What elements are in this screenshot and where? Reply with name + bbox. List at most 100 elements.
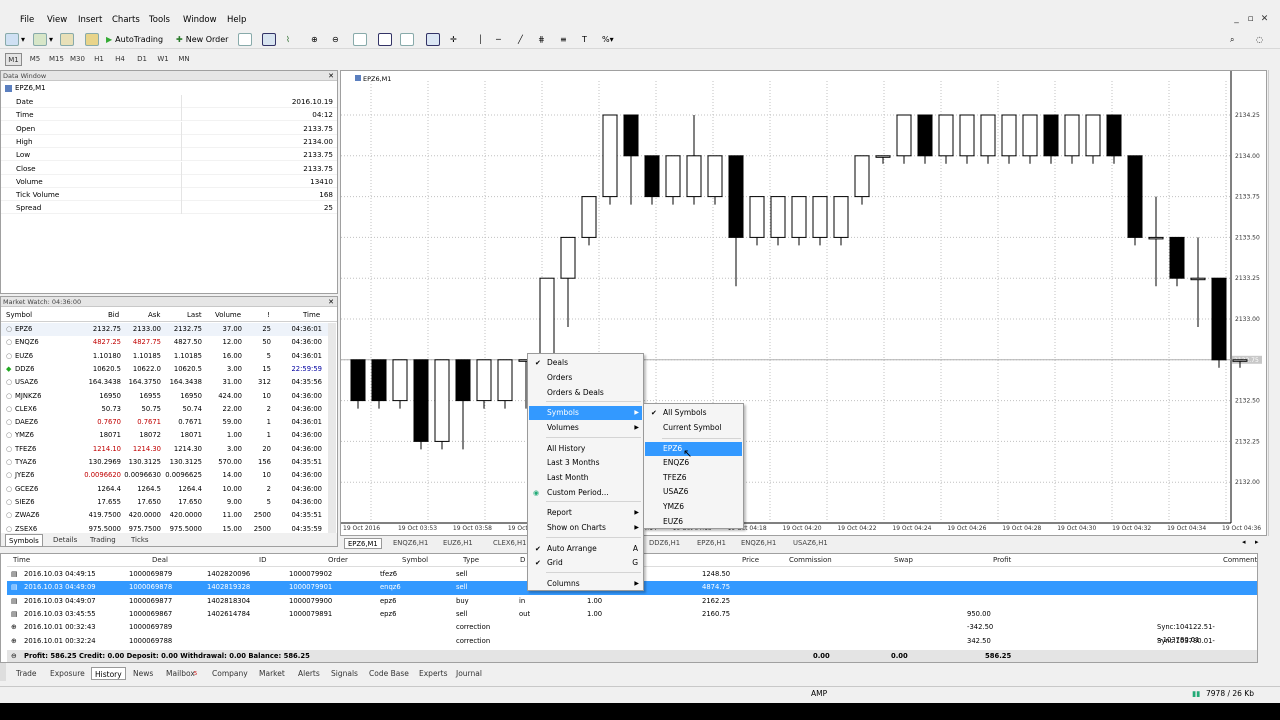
history-vscroll[interactable] (1259, 553, 1268, 663)
profiles-icon[interactable]: ▾ (33, 32, 53, 47)
toolbox-tab[interactable]: News (133, 667, 153, 680)
chart-tab[interactable]: CLEX6,H1 (490, 538, 529, 549)
chart-tab[interactable]: USAZ6,H1 (790, 538, 831, 549)
chart-tab[interactable]: EPZ6,H1 (694, 538, 729, 549)
market-watch-row[interactable]: ○ DAEZ6 0.7670 0.7671 0.7671 59.00 1 04:36:01 (1, 416, 331, 429)
context-menu-item[interactable]: ✔ Auto Arrange A (529, 542, 642, 556)
tf-w1[interactable]: W1 (157, 53, 169, 66)
history-col-header[interactable]: ID (259, 554, 266, 567)
context-menu-item[interactable]: Symbols ▶ (529, 406, 642, 420)
market-watch-row[interactable]: ○ SIEZ6 17.655 17.650 17.650 9.00 5 04:36:00 (1, 496, 331, 509)
chart-tab[interactable]: DDZ6,H1 (646, 538, 683, 549)
crosshair-icon[interactable]: ✛ (450, 32, 457, 47)
symbols-menu-item[interactable]: TFEZ6 (645, 471, 742, 485)
context-menu-item[interactable]: Orders & Deals (529, 386, 642, 400)
history-col-header[interactable]: Comment (1223, 554, 1257, 567)
chart-tab[interactable]: ENQZ6,H1 (738, 538, 779, 549)
bar-chart-icon[interactable] (238, 32, 254, 47)
search-icon[interactable]: ⌕ (1230, 32, 1234, 47)
history-col-header[interactable]: Profit (993, 554, 1011, 567)
context-menu-item[interactable]: Report ▶ (529, 506, 642, 520)
mw-tab-trading[interactable]: Trading (90, 534, 116, 547)
restore-icon[interactable]: ▫ (1246, 15, 1255, 24)
toolbox-tab[interactable]: Company (212, 667, 248, 680)
toolbox-tab[interactable]: Exposure (50, 667, 85, 680)
toolbox-tab[interactable]: Market (259, 667, 285, 680)
context-menu-item[interactable]: ◉ Custom Period... (529, 486, 642, 500)
tf-h1[interactable]: H1 (93, 53, 105, 66)
mw-col-volume[interactable]: Volume (215, 309, 241, 322)
mw-col-last[interactable]: Last (187, 309, 202, 322)
menu-window[interactable]: Window (183, 15, 217, 25)
chart-tabs-left-arrow[interactable]: ◂ (1242, 538, 1246, 546)
market-watch-row[interactable]: ○ EPZ6 2132.75 2133.00 2132.75 37.00 25 04:36:0… (1, 323, 331, 337)
context-menu-item[interactable]: Orders (529, 371, 642, 385)
history-col-header[interactable]: Deal (152, 554, 168, 567)
history-row[interactable]: ▤ 2016.10.03 03:45:55 1000069867 1402614784… (7, 608, 1257, 621)
history-col-header[interactable]: Commission (789, 554, 832, 567)
candlestick-icon[interactable] (262, 32, 278, 47)
context-menu-item[interactable]: All History (529, 442, 642, 456)
toolbox-tab[interactable]: History (91, 667, 126, 680)
channel-icon[interactable]: ⋕ (538, 32, 545, 47)
mw-scrollbar[interactable] (328, 323, 336, 535)
vertical-line-icon[interactable]: │ (478, 32, 483, 47)
toolbox-tab[interactable]: Mailbox (166, 667, 195, 680)
chart-shift-icon[interactable] (378, 32, 394, 47)
menu-view[interactable]: View (47, 15, 67, 25)
symbols-menu-item[interactable]: Current Symbol (645, 421, 742, 435)
menu-insert[interactable]: Insert (78, 15, 102, 25)
tf-h4[interactable]: H4 (114, 53, 126, 66)
toolbox-tab[interactable]: Alerts (298, 667, 320, 680)
history-col-header[interactable]: Price (742, 554, 759, 567)
toolbox-tab[interactable]: Signals (331, 667, 358, 680)
chart-tab[interactable]: EPZ6,M1 (344, 538, 382, 549)
chat-icon[interactable]: ◌ (1256, 32, 1263, 47)
symbols-menu-item[interactable]: EUZ6 (645, 515, 742, 529)
horizontal-line-icon[interactable]: ─ (496, 32, 501, 47)
trendline-icon[interactable]: ╱ (518, 32, 523, 47)
mw-col-symbol[interactable]: Symbol (6, 309, 32, 322)
market-watch-row[interactable]: ○ ZWAZ6 419.7500 420.0000 420.0000 11.00 2500 0… (1, 509, 331, 522)
zoom-in-icon[interactable]: ⊕ (311, 32, 318, 47)
mw-tab-symbols[interactable]: Symbols (5, 534, 43, 547)
symbols-menu-item[interactable]: ENQZ6 (645, 456, 742, 470)
mw-col-ask[interactable]: Ask (148, 309, 161, 322)
market-watch-row[interactable]: ○ YMZ6 18071 18072 18071 1.00 1 04:36:00 (1, 429, 331, 442)
mw-tab-ticks[interactable]: Ticks (131, 534, 149, 547)
market-watch-row[interactable]: ○ CLEX6 50.73 50.75 50.74 22.00 2 04:36:00 (1, 403, 331, 416)
new-order-button[interactable]: ✚ New Order (176, 32, 228, 47)
new-chart-icon[interactable]: ▾ (5, 32, 25, 47)
history-col-header[interactable]: Order (328, 554, 348, 567)
context-menu-item[interactable]: ✔ Deals (529, 356, 642, 370)
market-watch-icon[interactable] (60, 32, 76, 47)
chart-tab[interactable]: ENQZ6,H1 (390, 538, 431, 549)
metaeditor-icon[interactable] (85, 32, 101, 47)
mw-col-bid[interactable]: Bid (108, 309, 119, 322)
cursor-icon[interactable] (426, 32, 442, 47)
chart-canvas[interactable]: 2134.25 2134.00 2133.75 2133.50 2133.25 2133.… (341, 71, 1266, 535)
history-col-header[interactable]: Symbol (402, 554, 428, 567)
menu-charts[interactable]: Charts (112, 15, 140, 25)
zoom-out-icon[interactable]: ⊖ (332, 32, 339, 47)
autotrading-button[interactable]: ▶ AutoTrading (106, 32, 163, 47)
market-watch-row[interactable]: ○ USAZ6 164.3438 164.3750 164.3438 31.00 312 04… (1, 376, 331, 389)
minimize-icon[interactable]: _ (1232, 15, 1241, 24)
tf-m15[interactable]: M15 (49, 53, 64, 66)
menu-tools[interactable]: Tools (149, 15, 170, 25)
menu-file[interactable]: File (20, 15, 34, 25)
market-watch-row[interactable]: ○ TYAZ6 130.2969 130.3125 130.3125 570.00 156 0… (1, 456, 331, 469)
chart-window[interactable]: EPZ6,M1 2134.25 2134.00 2133.75 2133.50 2133… (340, 70, 1267, 536)
mw-col-time[interactable]: Time (303, 309, 320, 322)
tf-m5[interactable]: M5 (29, 53, 41, 66)
history-col-header[interactable]: Time (13, 554, 30, 567)
symbols-menu-item[interactable]: ✔ All Symbols (645, 406, 742, 420)
market-watch-row[interactable]: ◆ DDZ6 10620.5 10622.0 10620.5 3.00 15 22:59:59 (1, 363, 331, 376)
context-menu-item[interactable]: ✔ Grid G (529, 556, 642, 570)
context-menu-item[interactable]: Show on Charts ▶ (529, 521, 642, 535)
fibonacci-icon[interactable]: ≡ (560, 32, 567, 47)
market-watch-row[interactable]: ○ JYEZ6 0.0096620 0.0096630 0.0096625 14.00 10… (1, 469, 331, 482)
close-icon[interactable]: ✕ (1260, 15, 1269, 24)
history-col-header[interactable]: D (520, 554, 525, 567)
toolbox-tab[interactable]: Trade (16, 667, 37, 680)
